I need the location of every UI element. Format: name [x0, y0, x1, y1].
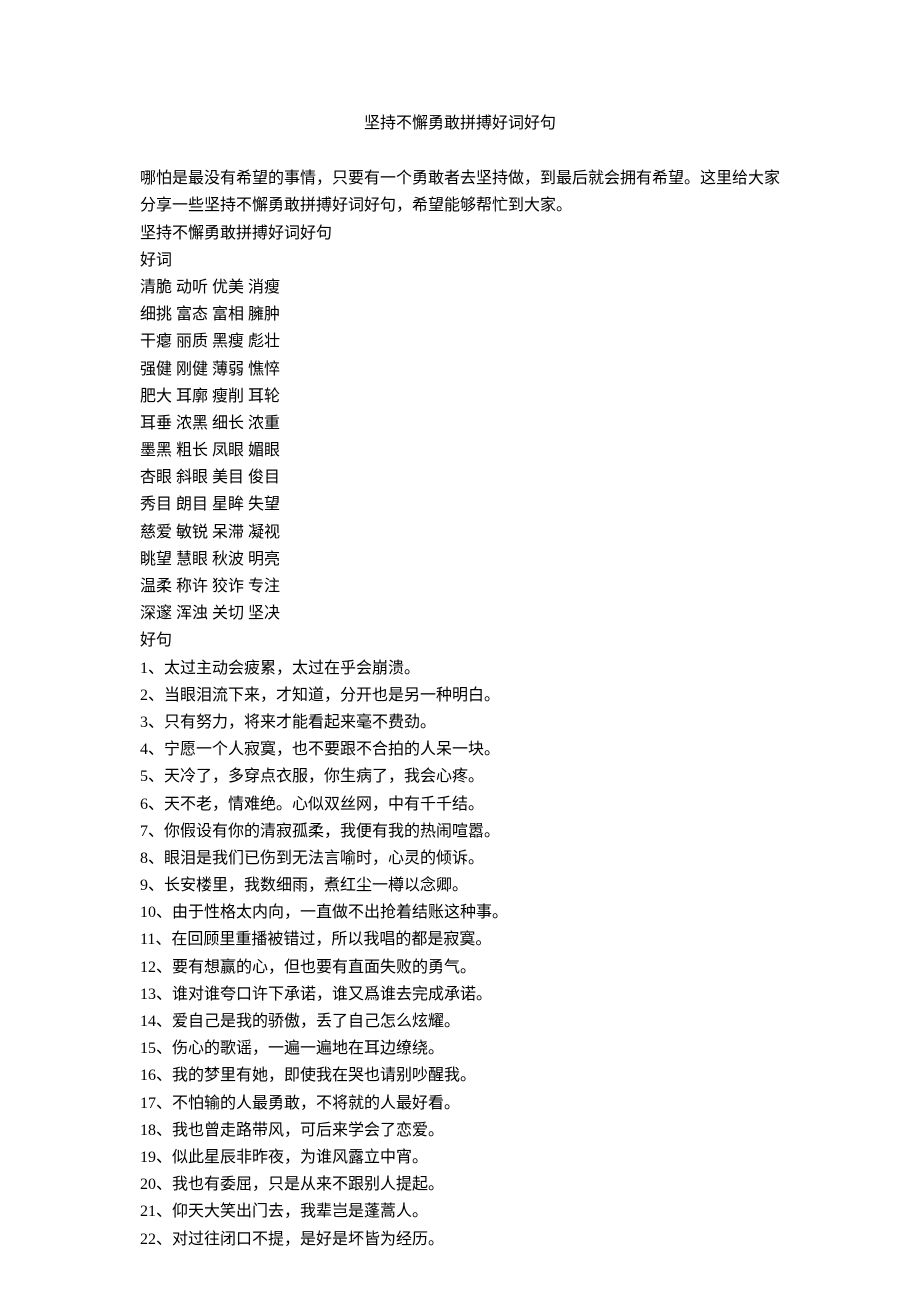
word-row: 温柔 称许 狡诈 专注 [140, 573, 780, 600]
sentence-item: 5、天冷了，多穿点衣服，你生病了，我会心疼。 [140, 763, 780, 790]
word-row: 慈爱 敏锐 呆滞 凝视 [140, 519, 780, 546]
sentence-item: 20、我也有委屈，只是从来不跟别人提起。 [140, 1171, 780, 1198]
word-row: 清脆 动听 优美 消瘦 [140, 274, 780, 301]
sentence-item: 9、长安楼里，我数细雨，煮红尘一樽以念卿。 [140, 872, 780, 899]
sentence-item: 1、太过主动会疲累，太过在乎会崩溃。 [140, 655, 780, 682]
sentence-item: 13、谁对谁夸口许下承诺，谁又爲谁去完成承诺。 [140, 981, 780, 1008]
sentence-item: 14、爱自己是我的骄傲，丢了自己怎么炫耀。 [140, 1008, 780, 1035]
intro-paragraph: 哪怕是最没有希望的事情，只要有一个勇敢者去坚持做，到最后就会拥有希望。这里给大家… [140, 165, 780, 219]
sentence-item: 21、仰天大笑出门去，我辈岂是蓬蒿人。 [140, 1198, 780, 1225]
word-row: 杏眼 斜眼 美目 俊目 [140, 464, 780, 491]
sentence-item: 4、宁愿一个人寂寞，也不要跟不合拍的人呆一块。 [140, 736, 780, 763]
sentence-item: 17、不怕输的人最勇敢，不将就的人最好看。 [140, 1090, 780, 1117]
sentence-item: 19、似此星辰非昨夜，为谁风露立中宵。 [140, 1144, 780, 1171]
sentence-item: 11、在回顾里重播被错过，所以我唱的都是寂寞。 [140, 926, 780, 953]
sentence-item: 7、你假设有你的清寂孤柔，我便有我的热闹喧嚣。 [140, 818, 780, 845]
word-row: 强健 刚健 薄弱 憔悴 [140, 356, 780, 383]
word-row: 干瘪 丽质 黑瘦 彪壮 [140, 328, 780, 355]
sentence-item: 2、当眼泪流下来，才知道，分开也是另一种明白。 [140, 682, 780, 709]
sentence-item: 15、伤心的歌谣，一遍一遍地在耳边缭绕。 [140, 1035, 780, 1062]
sentence-item: 10、由于性格太内向，一直做不出抢着结账这种事。 [140, 899, 780, 926]
word-row: 墨黑 粗长 凤眼 媚眼 [140, 437, 780, 464]
sentence-item: 12、要有想赢的心，但也要有直面失败的勇气。 [140, 954, 780, 981]
sentence-item: 3、只有努力，将来才能看起来毫不费劲。 [140, 709, 780, 736]
sentence-item: 22、对过往闭口不提，是好是坏皆为经历。 [140, 1226, 780, 1253]
word-row: 秀目 朗目 星眸 失望 [140, 491, 780, 518]
good-words-heading: 好词 [140, 247, 780, 274]
word-row: 肥大 耳廓 瘦削 耳轮 [140, 383, 780, 410]
page-title: 坚持不懈勇敢拼搏好词好句 [140, 110, 780, 137]
subtitle: 坚持不懈勇敢拼搏好词好句 [140, 220, 780, 247]
word-row: 眺望 慧眼 秋波 明亮 [140, 546, 780, 573]
document-page: 坚持不懈勇敢拼搏好词好句 哪怕是最没有希望的事情，只要有一个勇敢者去坚持做，到最… [0, 0, 920, 1313]
sentence-item: 16、我的梦里有她，即使我在哭也请别吵醒我。 [140, 1062, 780, 1089]
word-row: 深邃 浑浊 关切 坚决 [140, 600, 780, 627]
sentence-item: 6、天不老，情难绝。心似双丝网，中有千千结。 [140, 791, 780, 818]
good-sentences-heading: 好句 [140, 627, 780, 654]
sentence-item: 18、我也曾走路带风，可后来学会了恋爱。 [140, 1117, 780, 1144]
word-row: 细挑 富态 富相 臃肿 [140, 301, 780, 328]
sentence-item: 8、眼泪是我们已伤到无法言喻时，心灵的倾诉。 [140, 845, 780, 872]
word-row: 耳垂 浓黑 细长 浓重 [140, 410, 780, 437]
